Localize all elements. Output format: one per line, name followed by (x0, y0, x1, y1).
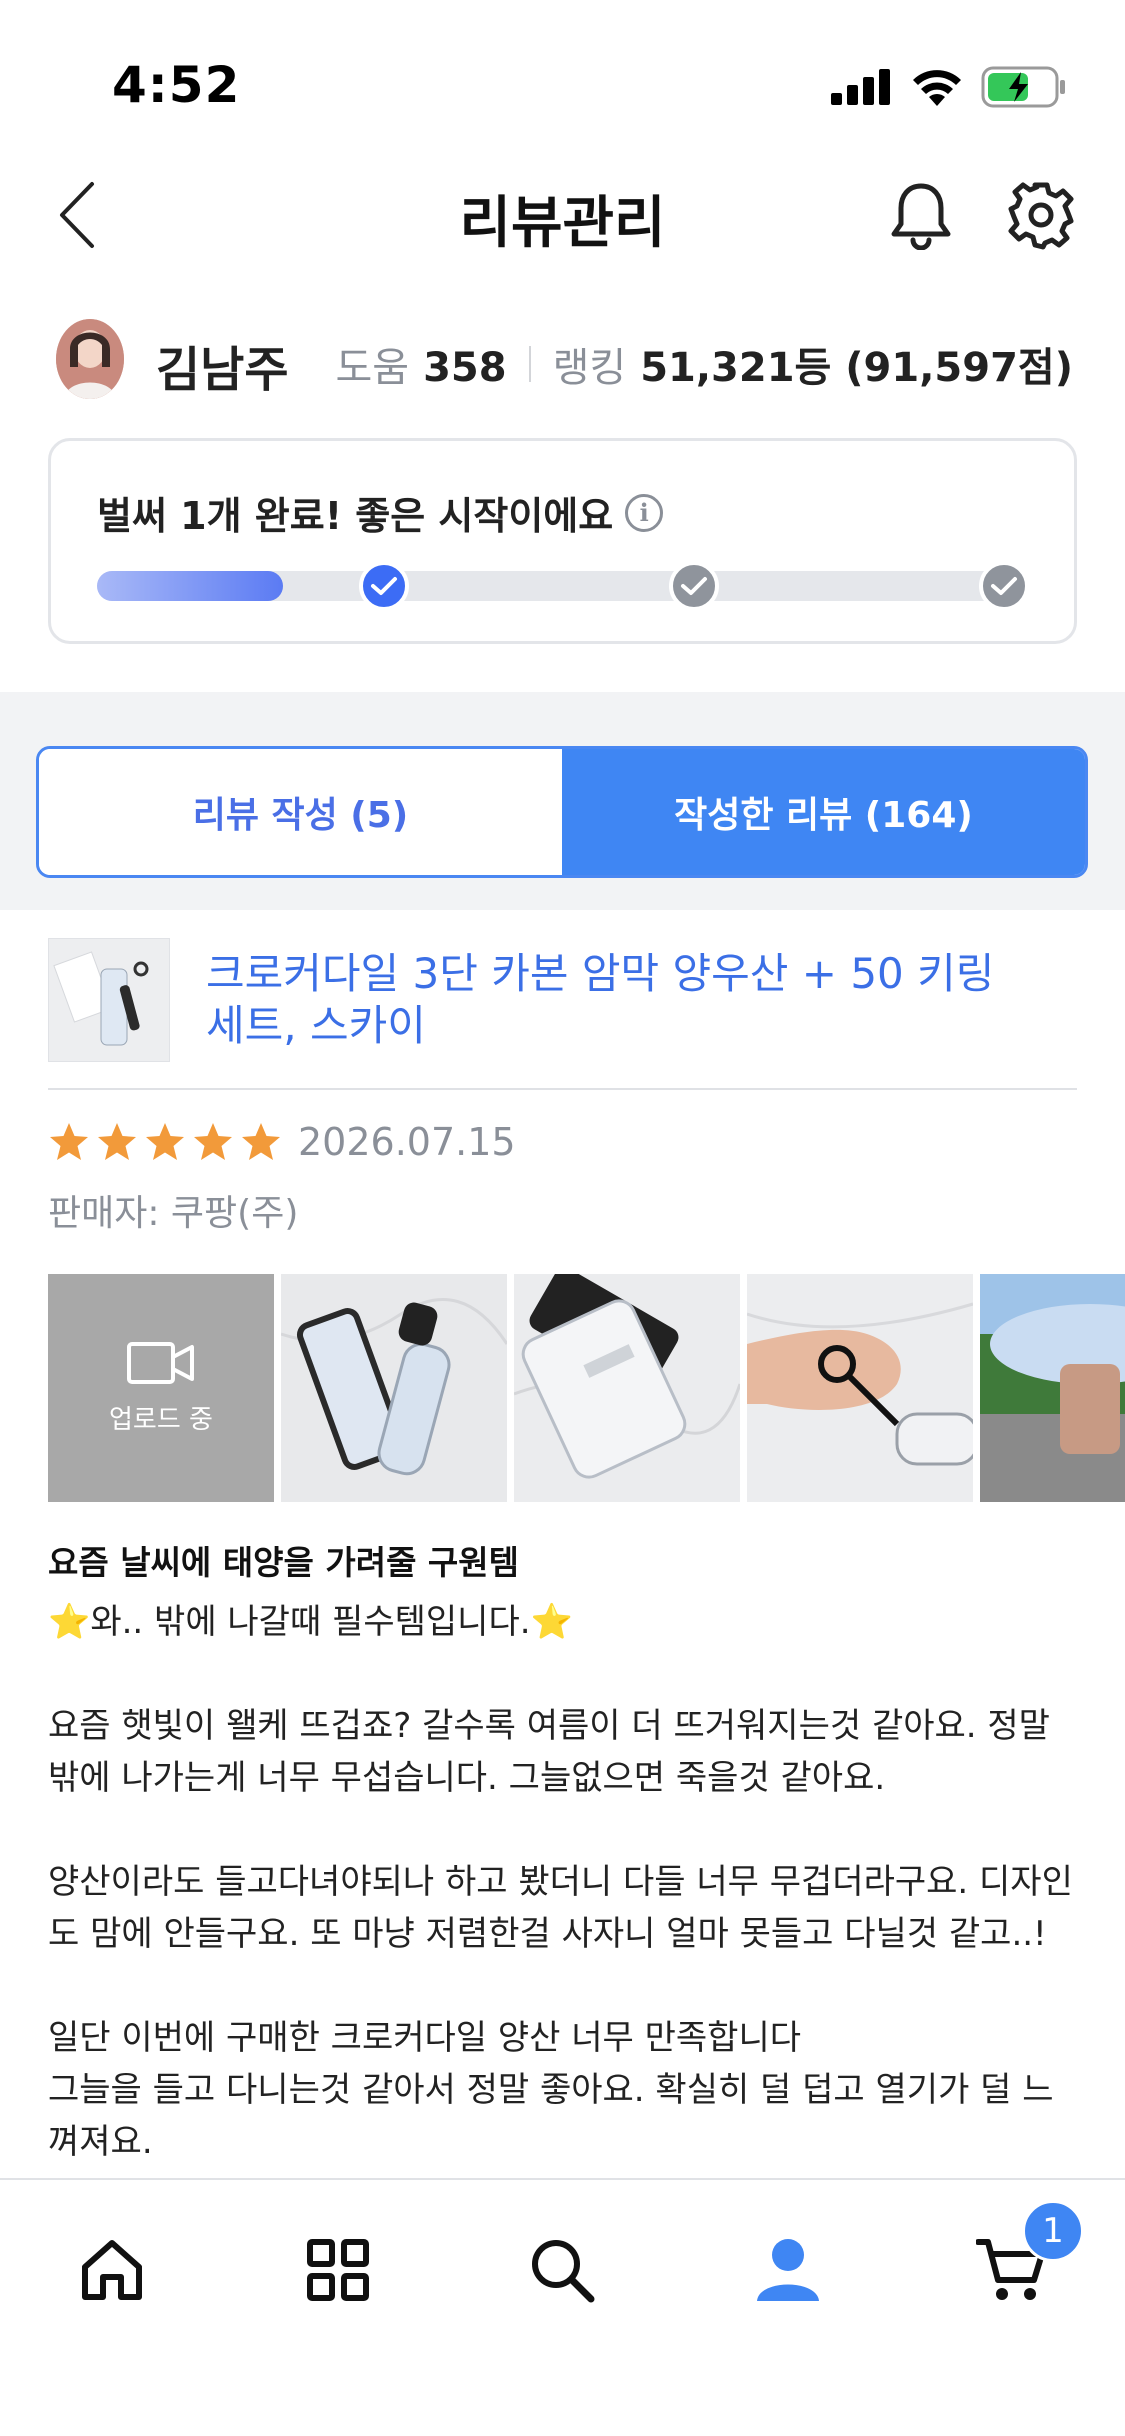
bell-icon (891, 183, 951, 251)
progress-step-3 (979, 561, 1029, 611)
signal-icon (831, 69, 890, 105)
review-title: 요즘 날씨에 태양을 가려줄 구원템 (48, 1543, 519, 1582)
help-value: 358 (423, 345, 507, 391)
avatar[interactable] (56, 319, 124, 399)
product-name[interactable]: 크로커다일 3단 카본 암막 양우산 + 50 키링 세트, 스카이 (206, 948, 1046, 1052)
profile-stats: 도움 358 랭킹 51,321등 (91,597점) (335, 335, 1073, 393)
review-images[interactable]: 업로드 중 (48, 1274, 1125, 1502)
bottom-nav: 1 (0, 2178, 1125, 2436)
star-icon (194, 1123, 232, 1160)
settings-button[interactable] (1006, 180, 1076, 250)
review-paragraph: ⭐와.. 밖에 나갈때 필수템입니다.⭐ (48, 1602, 573, 1642)
star-icon (50, 1123, 88, 1160)
progress-fill (97, 571, 283, 601)
product-thumbnail[interactable] (48, 938, 170, 1062)
nav-home[interactable] (62, 2220, 162, 2320)
check-icon (991, 577, 1017, 595)
rating-row: 2026.07.15 (48, 1120, 516, 1164)
cart-count-badge: 1 (1022, 2200, 1084, 2262)
star-icon (146, 1123, 184, 1160)
grid-icon (307, 2239, 369, 2301)
ranking-label: 랭킹 (552, 345, 627, 391)
profile-icon (757, 2239, 819, 2301)
status-icons (831, 66, 1067, 108)
review-paragraph: 일단 이번에 구매한 크로커다일 양산 너무 만족합니다 그늘을 들고 다니는것… (48, 2018, 1054, 2162)
stats-divider (528, 346, 531, 382)
review-paragraph: 양산이라도 들고다녀야되나 하고 봤더니 다들 너무 무겁더라구요. 디자인도 … (48, 1862, 1073, 1954)
check-icon (371, 577, 397, 595)
header: 리뷰관리 (0, 160, 1125, 270)
username: 김남주 (156, 342, 289, 398)
home-icon (82, 2240, 142, 2300)
nav-search[interactable] (512, 2220, 612, 2320)
star-rating (48, 1121, 282, 1163)
gear-icon (1008, 182, 1074, 250)
video-camera-icon (127, 1341, 194, 1384)
nav-my-page[interactable] (738, 2220, 838, 2320)
progress-card: 벌써 1개 완료! 좋은 시작이에요 i (48, 438, 1077, 644)
review-photo-1[interactable] (281, 1274, 507, 1502)
profile-row: 김남주 도움 358 랭킹 51,321등 (91,597점) (0, 315, 1125, 405)
progress-message-row: 벌써 1개 완료! 좋은 시작이에요 i (97, 485, 664, 540)
video-uploading-tile[interactable]: 업로드 중 (48, 1274, 274, 1502)
check-icon (681, 577, 707, 595)
notifications-button[interactable] (888, 180, 954, 251)
page-title: 리뷰관리 (459, 191, 666, 256)
review-paragraph: 요즘 햇빛이 왤케 뜨겁죠? 갈수록 여름이 더 뜨거워지는것 같아요. 정말 … (48, 1706, 1061, 1798)
info-icon[interactable]: i (625, 493, 664, 532)
tab-band: 리뷰 작성 (5) 작성한 리뷰 (164) (0, 692, 1125, 910)
battery-icon (981, 66, 1065, 108)
ranking-value: 51,321등 (91,597점) (640, 345, 1073, 391)
tab-written-reviews[interactable]: 작성한 리뷰 (164) (562, 749, 1085, 875)
product-row[interactable]: 크로커다일 3단 카본 암막 양우산 + 50 키링 세트, 스카이 (48, 938, 1077, 1090)
star-icon (98, 1123, 136, 1160)
star-icon (242, 1123, 280, 1160)
review-photo-4[interactable] (980, 1274, 1125, 1502)
progress-message: 벌써 1개 완료! 좋은 시작이에요 (97, 494, 614, 538)
seller: 판매자: 쿠팡(주) (48, 1193, 299, 1234)
review-date: 2026.07.15 (298, 1120, 516, 1164)
search-icon (532, 2240, 595, 2303)
tab-write-review[interactable]: 리뷰 작성 (5) (39, 749, 562, 875)
review-tabs: 리뷰 작성 (5) 작성한 리뷰 (164) (36, 746, 1088, 878)
review-body: ⭐와.. 밖에 나갈때 필수템입니다.⭐ 요즘 햇빛이 왤케 뜨겁죠? 갈수록 … (48, 1596, 1078, 2220)
review-photo-3[interactable] (747, 1274, 973, 1502)
nav-categories[interactable] (288, 2220, 388, 2320)
review-photo-2[interactable] (514, 1274, 740, 1502)
progress-step-2 (669, 561, 719, 611)
wifi-icon (913, 70, 961, 106)
progress-track (97, 561, 1029, 611)
uploading-label: 업로드 중 (109, 1404, 213, 1435)
help-label: 도움 (335, 345, 410, 391)
status-bar: 4:52 (0, 0, 1125, 150)
progress-step-1 (359, 561, 409, 611)
status-time: 4:52 (112, 56, 241, 114)
